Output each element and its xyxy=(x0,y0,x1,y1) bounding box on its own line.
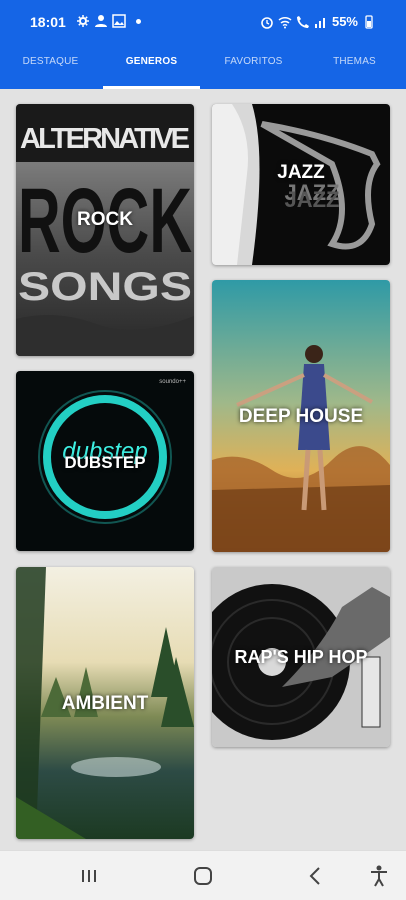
image-icon xyxy=(112,14,126,28)
call-icon xyxy=(296,15,309,28)
recent-apps-icon[interactable] xyxy=(76,863,102,889)
genre-card-rock[interactable]: ALTERNATIVE ROCK SONGS ROCK xyxy=(16,104,194,356)
accessibility-icon[interactable] xyxy=(366,863,392,889)
genre-label-dubstep: DUBSTEP xyxy=(64,453,146,472)
notification-dot xyxy=(136,18,141,24)
status-bar: 18:01 55% xyxy=(0,0,406,44)
battery-percent: 55% xyxy=(331,14,358,29)
genre-card-deep-house[interactable]: DEEP HOUSE xyxy=(212,280,390,552)
tab-generos[interactable]: GENEROS xyxy=(101,44,202,89)
alarm-icon xyxy=(261,16,273,29)
system-nav-bar xyxy=(0,850,406,900)
signal-icon xyxy=(314,17,325,28)
wifi-icon xyxy=(278,16,292,28)
rock-art-text-1: ALTERNATIVE xyxy=(20,123,190,155)
jazz-artwork: JAZZ JAZZ xyxy=(212,104,390,265)
dubstep-brand-text: soundo++ xyxy=(159,379,186,385)
tab-favoritos[interactable]: FAVORITOS xyxy=(203,44,304,89)
jazz-art-text-2: JAZZ xyxy=(285,187,340,212)
genre-label-ambient: AMBIENT xyxy=(61,693,149,714)
genre-card-raps-hip-hop[interactable]: RAP'S HIP HOP xyxy=(212,567,390,747)
tab-themas[interactable]: THEMAS xyxy=(304,44,405,89)
genre-label-raps-hip-hop: RAP'S HIP HOP xyxy=(234,647,368,667)
rock-art-text-3: SONGS xyxy=(18,265,192,309)
genre-label-deep-house: DEEP HOUSE xyxy=(238,406,364,427)
status-time: 18:01 xyxy=(30,14,66,30)
genre-card-ambient[interactable]: AMBIENT xyxy=(16,567,194,839)
genre-label-jazz: JAZZ xyxy=(277,162,325,183)
battery-icon xyxy=(365,14,373,29)
home-icon[interactable] xyxy=(190,863,216,889)
tab-bar: DESTAQUE GENEROS FAVORITOS THEMAS xyxy=(0,44,406,89)
settings-icon xyxy=(77,15,89,27)
tab-destaque[interactable]: DESTAQUE xyxy=(0,44,101,89)
genre-label-rock: ROCK xyxy=(77,209,133,230)
back-icon[interactable] xyxy=(303,863,329,889)
genre-card-dubstep[interactable]: dubstep soundo++ DUBSTEP xyxy=(16,371,194,551)
genre-card-jazz[interactable]: JAZZ JAZZ JAZZ xyxy=(212,104,390,265)
person-icon xyxy=(95,15,107,27)
app-bar: 18:01 55% DESTAQUE GENEROS FAVORITOS THE… xyxy=(0,0,406,89)
